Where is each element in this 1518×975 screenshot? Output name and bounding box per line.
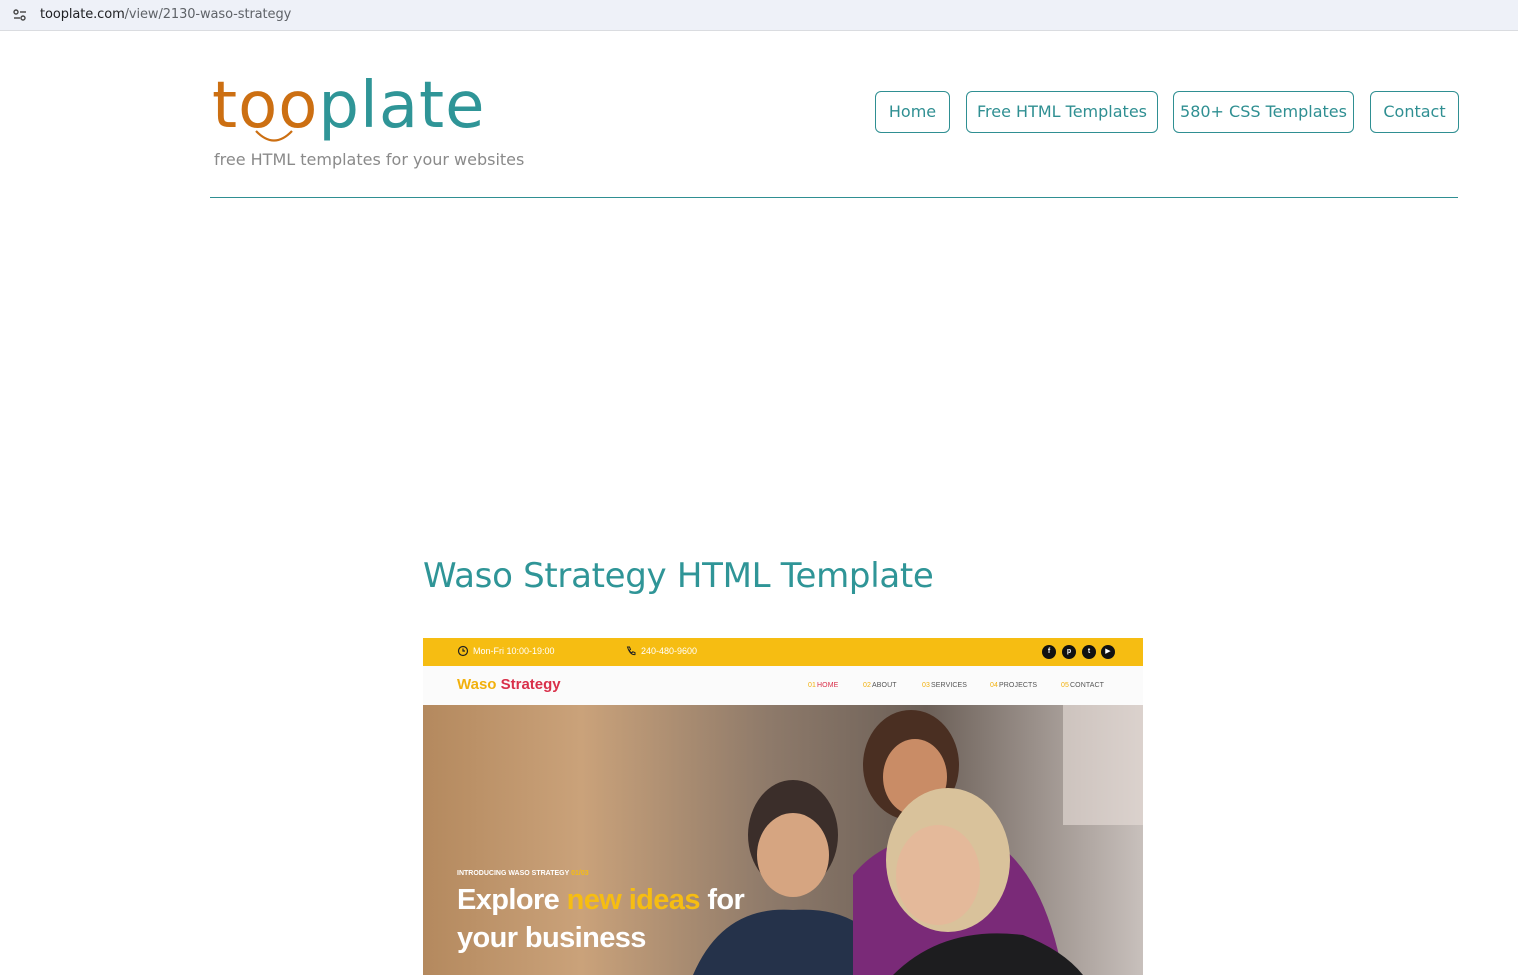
page-title: Waso Strategy HTML Template xyxy=(423,556,934,596)
preview-nav-services: 03SERVICES xyxy=(922,682,968,689)
preview-nav-home: 01HOME xyxy=(808,682,839,689)
nav-contact-button[interactable]: Contact xyxy=(1370,91,1459,133)
youtube-icon: ▶ xyxy=(1101,645,1115,659)
preview-hours: Mon-Fri 10:00-19:00 xyxy=(473,646,555,656)
header-divider xyxy=(210,197,1458,198)
preview-phone: 240-480-9600 xyxy=(641,646,698,656)
preview-navbar: Waso Strategy 01HOME 02ABOUT 03SERVICES … xyxy=(423,666,1143,705)
url-path: /view/2130-waso-strategy xyxy=(124,7,292,22)
twitter-icon: t xyxy=(1082,645,1096,659)
preview-hero-heading: Explore new ideas for your business xyxy=(457,884,745,954)
phone-icon xyxy=(626,646,636,656)
preview-hero: INTRODUCING WASO STRATEGY 01/03 Explore … xyxy=(423,705,1143,975)
url-field[interactable]: tooplate.com/view/2130-waso-strategy xyxy=(40,7,291,22)
nav-home-button[interactable]: Home xyxy=(875,91,950,133)
preview-nav-about: 02ABOUT xyxy=(863,682,897,689)
logo-smile-icon xyxy=(255,130,293,142)
preview-hero-intro: INTRODUCING WASO STRATEGY 01/03 xyxy=(457,870,589,877)
pinterest-icon: p xyxy=(1062,645,1076,659)
preview-brand-strategy: Strategy xyxy=(500,676,561,693)
facebook-icon: f xyxy=(1042,645,1056,659)
template-preview-image[interactable]: Mon-Fri 10:00-19:00 240-480-9600 f p t ▶… xyxy=(423,638,1143,975)
nav-free-html-templates-button[interactable]: Free HTML Templates xyxy=(966,91,1158,133)
url-host: tooplate.com xyxy=(40,7,125,22)
nav-css-templates-button[interactable]: 580+ CSS Templates xyxy=(1173,91,1354,133)
logo-text-plate: plate xyxy=(318,69,486,143)
preview-brand-waso: Waso xyxy=(457,676,497,693)
preview-nav-projects: 04PROJECTS xyxy=(990,682,1038,689)
preview-brand: Waso Strategy xyxy=(457,676,561,693)
site-tagline: free HTML templates for your websites xyxy=(214,150,525,169)
browser-address-bar: tooplate.com/view/2130-waso-strategy xyxy=(0,0,1518,31)
clock-icon xyxy=(457,645,469,657)
tune-icon[interactable] xyxy=(12,7,28,23)
preview-top-bar: Mon-Fri 10:00-19:00 240-480-9600 f p t ▶ xyxy=(423,638,1143,666)
preview-nav-contact: 05CONTACT xyxy=(1061,682,1105,689)
